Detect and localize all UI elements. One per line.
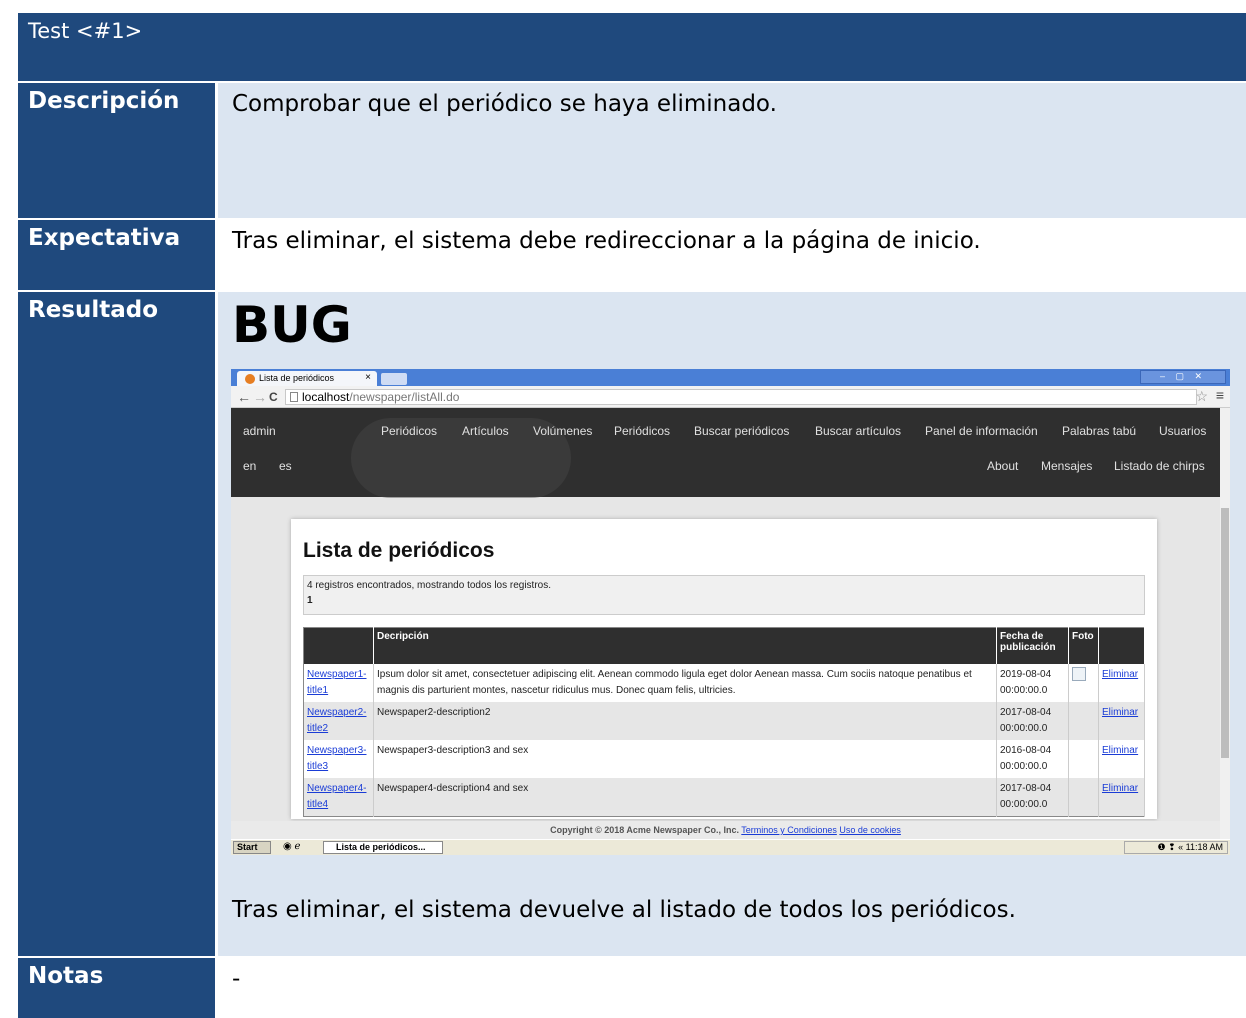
clock: 11:18 AM <box>1185 842 1223 852</box>
column-header-action <box>1098 627 1145 664</box>
newspaper-description: Newspaper4-description4 and sex <box>373 777 997 816</box>
forward-icon[interactable]: → <box>253 389 267 405</box>
newspaper-date: 2019-08-04 00:00:00.0 <box>996 663 1069 702</box>
page-number[interactable]: 1 <box>307 595 1141 606</box>
reload-icon[interactable]: C <box>269 390 278 404</box>
descripcion-value: Comprobar que el periódico se haya elimi… <box>218 81 1246 218</box>
back-icon[interactable]: ← <box>237 389 251 405</box>
newspapers-table: Decripción Fecha de publicación Foto New… <box>303 627 1145 817</box>
bookmark-star-icon[interactable]: ☆ <box>1195 388 1208 405</box>
notas-value: - <box>218 956 1246 1018</box>
tab-close-icon[interactable]: × <box>365 372 371 383</box>
newspaper-title-link[interactable]: Newspaper4-title4 <box>307 783 366 810</box>
nav-palabras-tabu[interactable]: Palabras tabú <box>1062 424 1136 438</box>
browser-tab[interactable]: Lista de periódicos × <box>237 371 377 386</box>
tab-title: Lista de periódicos <box>259 373 335 383</box>
column-header-date[interactable]: Fecha de publicación <box>996 627 1069 664</box>
quicklaunch-icons[interactable]: ◉ ℯ <box>283 841 300 852</box>
resultado-caption: Tras eliminar, el sistema devuelve al li… <box>232 897 1016 923</box>
newspaper-date: 2016-08-04 00:00:00.0 <box>996 739 1069 778</box>
descripcion-label: Descripción <box>18 81 215 218</box>
resultado-label: Resultado <box>18 290 215 956</box>
main-content: Lista de periódicos 4 registros encontra… <box>291 519 1157 819</box>
url-path: /newspaper/listAll.do <box>349 390 460 404</box>
eliminar-link[interactable]: Eliminar <box>1102 745 1138 756</box>
url-host: localhost <box>302 390 350 404</box>
bug-status: BUG <box>232 296 352 354</box>
newspaper-date: 2017-08-04 00:00:00.0 <box>996 777 1069 816</box>
browser-menu-icon[interactable]: ≡ <box>1216 387 1224 403</box>
address-bar-row: ← → C localhost/newspaper/listAll.do ☆ ≡ <box>231 386 1230 408</box>
site-footer: Copyright © 2018 Acme Newspaper Co., Inc… <box>231 821 1220 839</box>
scrollbar-thumb[interactable] <box>1221 508 1229 758</box>
column-header-description[interactable]: Decripción <box>373 627 997 664</box>
nav-volumenes[interactable]: Volúmenes <box>533 424 592 438</box>
browser-tab-bar: Lista de periódicos × – ▢ ✕ <box>231 369 1230 386</box>
records-count: 4 registros encontrados, mostrando todos… <box>307 580 552 591</box>
nav-mensajes[interactable]: Mensajes <box>1041 459 1092 473</box>
tray-icons[interactable]: ❶ ❢ « <box>1158 842 1184 852</box>
start-button[interactable]: Start <box>233 841 271 854</box>
column-header-photo[interactable]: Foto <box>1068 627 1099 664</box>
photo-cell <box>1068 777 1099 816</box>
table-row: Newspaper3-title3 Newspaper3-description… <box>303 739 1145 778</box>
window-controls[interactable]: – ▢ ✕ <box>1140 370 1226 384</box>
newspaper-description: Newspaper2-description2 <box>373 701 997 740</box>
nav-periodicos[interactable]: Periódicos <box>381 424 437 438</box>
broken-image-icon <box>1072 666 1086 681</box>
footer-copyright: Copyright © 2018 Acme Newspaper Co., Inc… <box>550 825 739 835</box>
test-title: Test <#1> <box>18 13 1246 81</box>
newspaper-date: 2017-08-04 00:00:00.0 <box>996 701 1069 740</box>
nav-panel-informacion[interactable]: Panel de información <box>925 424 1038 438</box>
table-row: Newspaper1-title1 Ipsum dolor sit amet, … <box>303 663 1145 702</box>
page-icon <box>290 392 298 402</box>
eliminar-link[interactable]: Eliminar <box>1102 783 1138 794</box>
nav-buscar-periodicos[interactable]: Buscar periódicos <box>694 424 789 438</box>
nav-usuarios[interactable]: Usuarios <box>1159 424 1206 438</box>
lang-es[interactable]: es <box>279 459 292 473</box>
nav-periodicos-2[interactable]: Periódicos <box>614 424 670 438</box>
nav-about[interactable]: About <box>987 459 1018 473</box>
system-tray: ❶ ❢ « 11:18 AM <box>1124 841 1228 854</box>
cookies-link[interactable]: Uso de cookies <box>839 825 901 835</box>
new-tab-button[interactable] <box>381 373 407 385</box>
page-title: Lista de periódicos <box>303 539 495 562</box>
favicon-icon <box>245 374 255 384</box>
nav-buscar-articulos[interactable]: Buscar artículos <box>815 424 901 438</box>
taskbar-window-item[interactable]: Lista de periódicos... <box>323 841 443 854</box>
url-input[interactable]: localhost/newspaper/listAll.do <box>285 389 1197 405</box>
newspaper-title-link[interactable]: Newspaper3-title3 <box>307 745 366 772</box>
records-info: 4 registros encontrados, mostrando todos… <box>303 575 1145 615</box>
eliminar-link[interactable]: Eliminar <box>1102 669 1138 680</box>
photo-cell <box>1068 701 1099 740</box>
browser-screenshot: Lista de periódicos × – ▢ ✕ ← → C localh… <box>231 369 1230 855</box>
newspaper-title-link[interactable]: Newspaper1-title1 <box>307 669 366 696</box>
table-row: Newspaper2-title2 Newspaper2-description… <box>303 701 1145 740</box>
os-taskbar: Start ◉ ℯ Lista de periódicos... ❶ ❢ « 1… <box>231 839 1230 855</box>
eliminar-link[interactable]: Eliminar <box>1102 707 1138 718</box>
notas-label: Notas <box>18 956 215 1018</box>
newspaper-description: Ipsum dolor sit amet, consectetuer adipi… <box>373 663 997 702</box>
nav-articulos[interactable]: Artículos <box>462 424 509 438</box>
column-header-title <box>303 627 374 664</box>
photo-cell <box>1068 739 1099 778</box>
expectativa-value: Tras eliminar, el sistema debe redirecci… <box>218 218 1246 290</box>
nav-listado-chirps[interactable]: Listado de chirps <box>1114 459 1205 473</box>
test-case-document: Test <#1> Descripción Comprobar que el p… <box>18 13 1246 1018</box>
nav-user[interactable]: admin <box>243 424 276 438</box>
newspaper-description: Newspaper3-description3 and sex <box>373 739 997 778</box>
expectativa-label: Expectativa <box>18 218 215 290</box>
site-navbar: admin Periódicos Artículos Volúmenes Per… <box>231 408 1220 498</box>
page-scrollbar[interactable] <box>1220 408 1230 839</box>
terms-link[interactable]: Terminos y Condiciones <box>741 825 837 835</box>
lang-en[interactable]: en <box>243 459 256 473</box>
table-row: Newspaper4-title4 Newspaper4-description… <box>303 777 1145 816</box>
newspaper-title-link[interactable]: Newspaper2-title2 <box>307 707 366 734</box>
